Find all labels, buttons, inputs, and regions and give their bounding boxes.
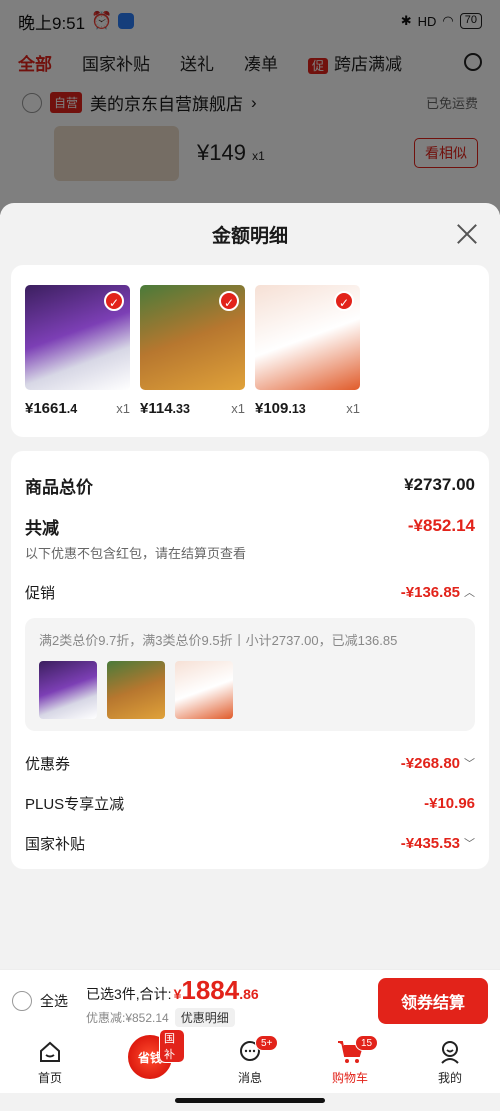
sheet-title: 金额明细 (211, 225, 288, 247)
price-int: ¥114 (140, 400, 173, 417)
product-list-card: ✓ ¥1661.4 x1 ✓ ¥114.33 x1 ✓ ¥109.13 x1 (11, 265, 489, 437)
check-icon: ✓ (219, 291, 239, 311)
promo-value: -¥136.85 (400, 583, 460, 601)
promo-product-thumb (39, 661, 97, 719)
reduce-label: 共减 (25, 518, 59, 538)
reduce-note: 以下优惠不包含红包，请在结算页查看 (25, 546, 247, 561)
product-price: ¥1661.4 (25, 400, 77, 417)
total-value: ¥2737.00 (404, 475, 475, 494)
select-all[interactable]: 全选 (12, 990, 68, 1011)
amount-detail-sheet: 金额明细 ✓ ¥1661.4 x1 ✓ ¥114.33 x1 ✓ ¥109.13 x1… (0, 203, 500, 969)
product-item[interactable]: ✓ ¥109.13 x1 (255, 285, 360, 437)
nav-home[interactable]: 首页 (15, 1039, 85, 1086)
total-label: 商品总价 (25, 477, 93, 497)
promo-value-wrap: -¥136.85 ︿ (401, 584, 475, 601)
checkout-bar: 全选 已选3件,合计: ¥1884.86 优惠减:¥852.14 优惠明细 领券… (0, 969, 500, 1031)
reduce-value: -¥852.14 (407, 516, 475, 535)
home-icon (37, 1039, 63, 1065)
chevron-up-icon: ︿ (464, 587, 475, 599)
select-all-radio[interactable] (12, 990, 32, 1011)
nav-label: 购物车 (331, 1070, 368, 1085)
price-int: ¥1661 (25, 400, 67, 417)
discount-amount: 优惠减:¥852.14 (86, 1010, 169, 1025)
sheet-header: 金额明细 (0, 203, 500, 265)
price-dec: .33 (172, 402, 190, 416)
cart-badge: 15 (355, 1034, 379, 1051)
subsidy-value: -¥435.53 (400, 834, 460, 852)
price-int: ¥109 (255, 400, 289, 417)
price-dec: .4 (66, 402, 78, 416)
promo-product-thumb (175, 661, 233, 719)
product-qty: x1 (346, 401, 360, 416)
product-qty: x1 (231, 401, 245, 416)
selected-summary: 已选3件,合计: (86, 985, 172, 1002)
total-row: 商品总价 ¥2737.00 (25, 467, 475, 503)
message-badge: 5+ (255, 1034, 279, 1051)
chevron-down-icon: ﹀ (464, 838, 475, 850)
promo-row[interactable]: 促销 -¥136.85 ︿ (25, 572, 475, 612)
discount-detail-button[interactable]: 优惠明细 (174, 1007, 235, 1027)
product-image: ✓ (25, 285, 130, 390)
product-qty: x1 (116, 401, 130, 416)
product-item[interactable]: ✓ ¥114.33 x1 (140, 285, 245, 437)
bottom-navigation: 首页 国补 省钱 5+ 消息 15 购物车 我的 (0, 1029, 500, 1093)
subsidy-label: 国家补贴 (25, 835, 86, 853)
plus-row: PLUS专享立减 -¥10.96 (25, 783, 475, 823)
home-indicator[interactable] (175, 1098, 325, 1103)
coupon-value-wrap: -¥268.80 ﹀ (401, 755, 475, 772)
coupon-value: -¥268.80 (400, 754, 460, 772)
checkout-button[interactable]: 领券结算 (378, 977, 488, 1024)
product-image: ✓ (140, 285, 245, 390)
nav-save-money[interactable]: 国补 省钱 (115, 1029, 185, 1079)
total-int: 1884 (181, 974, 240, 1005)
promo-detail-text: 满2类总价9.7折，满3类总价9.5折丨小计2737.00，已减136.85 (39, 633, 398, 648)
nav-messages[interactable]: 5+ 消息 (215, 1034, 285, 1086)
select-all-label: 全选 (40, 992, 68, 1009)
reduce-row: 共减 -¥852.14 (25, 513, 475, 539)
product-price: ¥114.33 (140, 400, 190, 417)
close-icon[interactable] (454, 221, 480, 247)
total-dec: .86 (239, 985, 259, 1002)
price-dec: .13 (288, 402, 306, 416)
promo-detail-box: 满2类总价9.7折，满3类总价9.5折丨小计2737.00，已减136.85 (25, 618, 475, 731)
check-icon: ✓ (104, 291, 124, 311)
subsidy-value-wrap: -¥435.53 ﹀ (401, 835, 475, 852)
totals-block: 已选3件,合计: ¥1884.86 优惠减:¥852.14 优惠明细 (86, 975, 259, 1027)
nav-label: 首页 (37, 1070, 62, 1085)
subsidy-row[interactable]: 国家补贴 -¥435.53 ﹀ (25, 823, 475, 863)
chevron-down-icon: ﹀ (464, 758, 475, 770)
product-price: ¥109.13 (255, 400, 306, 417)
product-image: ✓ (255, 285, 360, 390)
product-item[interactable]: ✓ ¥1661.4 x1 (25, 285, 130, 437)
modal-overlay[interactable] (0, 0, 500, 215)
profile-icon (437, 1039, 463, 1065)
coupon-label: 优惠券 (25, 755, 71, 773)
national-subsidy-tag: 国补 (159, 1029, 185, 1063)
promo-product-thumb (107, 661, 165, 719)
promo-label: 促销 (25, 584, 56, 602)
amount-summary-card: 商品总价 ¥2737.00 共减 -¥852.14 以下优惠不包含红包，请在结算… (11, 451, 489, 869)
nav-profile[interactable]: 我的 (415, 1039, 485, 1086)
nav-label: 消息 (237, 1070, 262, 1085)
plus-value: -¥10.96 (424, 794, 475, 812)
nav-cart[interactable]: 15 购物车 (315, 1034, 385, 1086)
coupon-row[interactable]: 优惠券 -¥268.80 ﹀ (25, 743, 475, 783)
check-icon: ✓ (334, 291, 354, 311)
plus-label: PLUS专享立减 (25, 795, 125, 813)
total-price: ¥1884.86 (174, 975, 259, 1006)
promo-thumbnails (39, 661, 461, 719)
nav-label: 我的 (437, 1070, 462, 1085)
